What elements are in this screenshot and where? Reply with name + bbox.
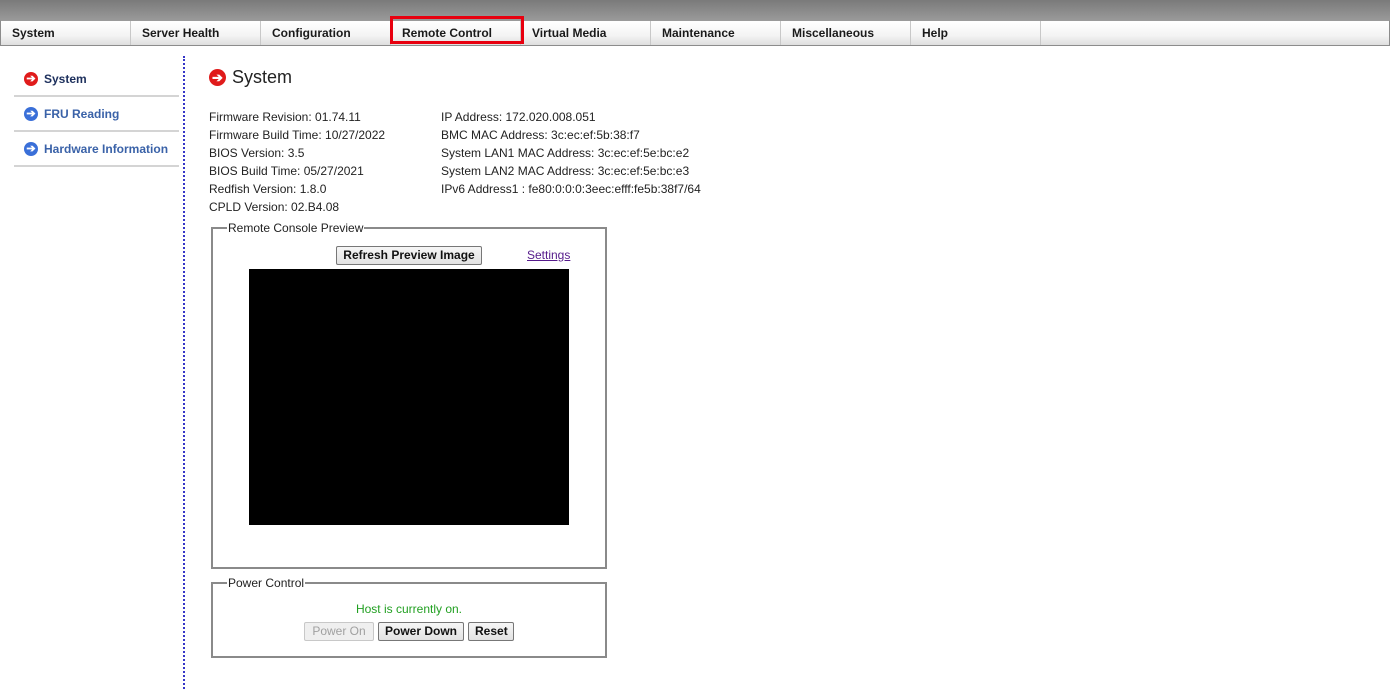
bios-build-time: BIOS Build Time: 05/27/2021 (209, 164, 364, 178)
sidebar-item-label: System (44, 71, 87, 86)
header-banner (0, 0, 1390, 20)
menu-remote-control[interactable]: Remote Control (390, 16, 524, 45)
remote-console-preview-legend: Remote Console Preview (228, 221, 364, 235)
menu-help[interactable]: Help (911, 21, 1041, 45)
main-menu-bar: System Server Health Configuration Remot… (0, 16, 1390, 46)
sidebar-item-fru-reading[interactable]: ➔ FRU Reading (14, 97, 179, 132)
menu-server-health[interactable]: Server Health (131, 21, 261, 45)
refresh-preview-image-button[interactable]: Refresh Preview Image (336, 246, 482, 265)
lan2-mac-address: System LAN2 MAC Address: 3c:ec:ef:5e:bc:… (441, 164, 690, 178)
redfish-version: Redfish Version: 1.8.0 (209, 182, 327, 196)
menu-bar-filler (1041, 21, 1389, 45)
power-down-button[interactable]: Power Down (378, 622, 464, 641)
menu-maintenance[interactable]: Maintenance (651, 21, 781, 45)
network-info: IP Address: 172.020.008.051 BMC MAC Addr… (441, 108, 701, 198)
sidebar-item-system[interactable]: ➔ System (14, 62, 179, 97)
power-on-button[interactable]: Power On (304, 622, 374, 641)
menu-virtual-media[interactable]: Virtual Media (521, 21, 651, 45)
power-control-legend: Power Control (228, 576, 305, 590)
menu-system[interactable]: System (1, 21, 131, 45)
menu-configuration[interactable]: Configuration (261, 21, 391, 45)
cpld-version: CPLD Version: 02.B4.08 (209, 200, 340, 214)
settings-link[interactable]: Settings (527, 248, 570, 262)
ipv6-address: IPv6 Address1 : fe80:0:0:0:3eec:efff:fe5… (441, 182, 701, 196)
page-title-text: System (232, 67, 293, 87)
sidebar-item-hardware-information[interactable]: ➔ Hardware Information (14, 132, 179, 167)
arrow-right-circle-icon: ➔ (24, 106, 38, 121)
sidebar: ➔ System ➔ FRU Reading ➔ Hardware Inform… (14, 62, 179, 167)
reset-button[interactable]: Reset (468, 622, 514, 641)
ip-address: IP Address: 172.020.008.051 (441, 110, 596, 124)
firmware-revision: Firmware Revision: 01.74.11 (209, 110, 361, 124)
bios-version: BIOS Version: 3.5 (209, 146, 305, 160)
power-control-panel: Power Control (211, 576, 607, 658)
bmc-mac-address: BMC MAC Address: 3c:ec:ef:5b:38:f7 (441, 128, 640, 142)
sidebar-divider (183, 56, 185, 689)
lan1-mac-address: System LAN1 MAC Address: 3c:ec:ef:5e:bc:… (441, 146, 690, 160)
arrow-right-circle-icon: ➔ (24, 141, 38, 156)
menu-miscellaneous[interactable]: Miscellaneous (781, 21, 911, 45)
console-preview-image[interactable] (249, 269, 569, 525)
firmware-build-time: Firmware Build Time: 10/27/2022 (209, 128, 386, 142)
host-power-status: Host is currently on. (355, 602, 463, 616)
firmware-info: Firmware Revision: 01.74.11 Firmware Bui… (209, 108, 385, 216)
arrow-right-circle-icon: ➔ (24, 71, 38, 86)
page-title: ➔ System (209, 67, 292, 88)
sidebar-item-label: Hardware Information (44, 141, 169, 156)
sidebar-item-label: FRU Reading (44, 106, 120, 121)
arrow-right-circle-icon: ➔ (209, 69, 226, 86)
